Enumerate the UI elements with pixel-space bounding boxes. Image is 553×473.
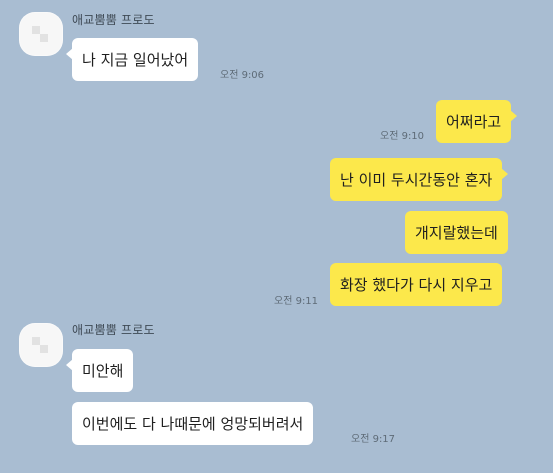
outgoing-message-bubble[interactable]: 화장 했다가 다시 지우고	[330, 263, 503, 306]
message-time: 오전 9:06	[220, 70, 265, 81]
message-time: 오전 9:17	[351, 434, 396, 445]
incoming-message-bubble[interactable]: 이번에도 다 나때문에 엉망되버려서	[72, 402, 314, 445]
chat-room: 애교뿜뿜 프로도 나 지금 일어났어 오전 9:06 어쩌라고 오전 9:10 …	[0, 0, 553, 473]
sender-avatar[interactable]	[19, 323, 63, 367]
message-text: 미안해	[82, 362, 124, 380]
message-time: 오전 9:10	[380, 131, 425, 142]
message-text: 어쩌라고	[446, 113, 502, 131]
incoming-message-bubble[interactable]: 나 지금 일어났어	[65, 38, 199, 81]
message-text: 이번에도 다 나때문에 엉망되버려서	[82, 415, 304, 433]
outgoing-message-bubble[interactable]: 개지랄했는데	[405, 211, 508, 254]
sender-name: 애교뿜뿜 프로도	[72, 323, 155, 337]
outgoing-message-bubble[interactable]: 난 이미 두시간동안 혼자	[330, 158, 509, 201]
message-text: 개지랄했는데	[415, 224, 498, 242]
incoming-message-bubble[interactable]: 미안해	[65, 349, 134, 392]
message-time: 오전 9:11	[274, 296, 319, 307]
message-text: 난 이미 두시간동안 혼자	[340, 171, 493, 189]
message-text: 나 지금 일어났어	[82, 51, 189, 69]
sender-avatar[interactable]	[19, 12, 63, 56]
message-text: 화장 했다가 다시 지우고	[340, 276, 493, 294]
outgoing-message-bubble[interactable]: 어쩌라고	[436, 100, 518, 143]
sender-name: 애교뿜뿜 프로도	[72, 13, 155, 27]
